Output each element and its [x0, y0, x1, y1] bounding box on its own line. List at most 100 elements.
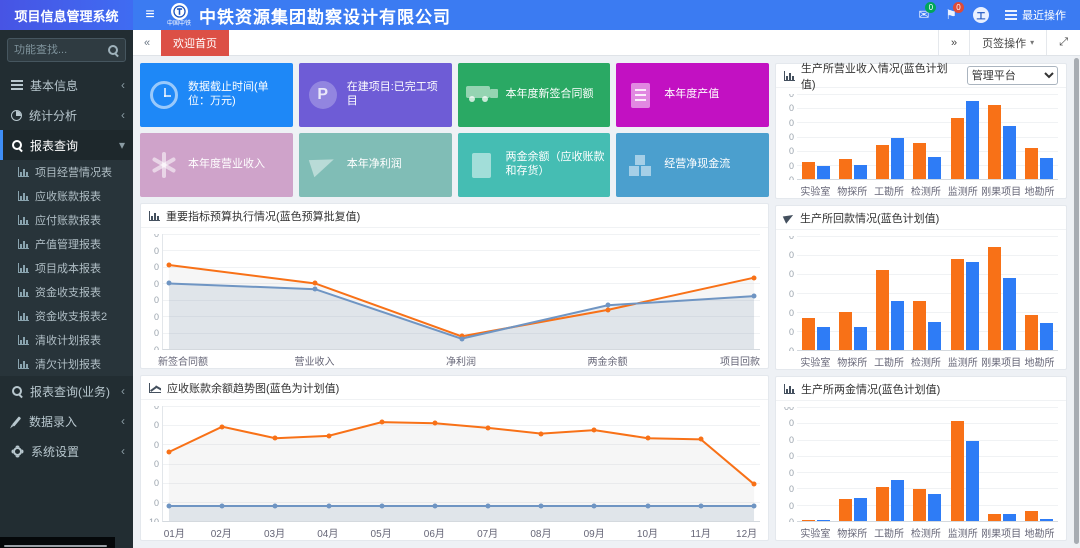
bar-group — [872, 407, 909, 521]
sidebar-item-report-query[interactable]: 报表查询 ▾ — [0, 130, 133, 160]
sidebar-item-label: 系统设置 — [31, 443, 114, 460]
bar — [1025, 511, 1038, 521]
card-two-funds[interactable]: 两金余额（应收账款和存货） — [458, 133, 611, 197]
bar — [802, 162, 815, 179]
sidebar: 项目信息管理系统 基本信息 ‹ 统计分析 ‹ 报表查询 ▾ 项目经营情况表 — [0, 0, 133, 548]
bar-group — [872, 94, 909, 179]
card-cash-flow[interactable]: 经营净现金流 — [616, 133, 769, 197]
paper-plane-icon — [783, 212, 795, 223]
data-point — [166, 263, 171, 268]
bar-group — [909, 407, 946, 521]
asterisk-icon — [162, 152, 166, 178]
sidebar-subitem[interactable]: 资金收支报表2 — [0, 304, 133, 328]
x-tick-label: 02月 — [211, 525, 232, 540]
x-tick-label: 地勘所 — [1021, 180, 1058, 196]
sidebar-item-report-query-biz[interactable]: 报表查询(业务) ‹ — [0, 376, 133, 406]
card-new-contracts[interactable]: 本年度新签合同额 — [458, 63, 611, 127]
bar-group — [834, 94, 871, 179]
bar-group — [834, 236, 871, 350]
bar-group — [1021, 94, 1058, 179]
sidebar-subitem[interactable]: 应收账款报表 — [0, 184, 133, 208]
x-tick-label: 07月 — [477, 525, 498, 540]
sidebar-item-label: 统计分析 — [29, 107, 114, 124]
user-emblem-icon[interactable]: 工 — [973, 7, 989, 23]
sidebar-item-label: 基本信息 — [30, 77, 114, 94]
hamburger-menu-icon[interactable]: ≡ — [133, 6, 167, 24]
paper-plane-icon — [309, 153, 337, 178]
platform-select[interactable]: 管理平台 — [967, 66, 1058, 85]
y-tick-label: 0 — [789, 236, 794, 241]
tab-operations-dropdown[interactable]: 页签操作 ▾ — [969, 30, 1046, 55]
y-tick-label: 0 — [154, 420, 159, 430]
x-axis-labels: 新签合同额营业收入净利润两金余额项目回款 — [162, 350, 760, 366]
scrollbar-thumb[interactable] — [1074, 58, 1079, 544]
data-point — [273, 436, 278, 441]
search-input[interactable] — [14, 44, 107, 56]
fullscreen-icon[interactable]: ⤢ — [1046, 30, 1080, 55]
gear-icon — [13, 447, 22, 456]
bar — [802, 318, 815, 350]
flag-icon[interactable]: ⚑0 — [945, 7, 957, 23]
sidebar-subitem[interactable]: 产值管理报表 — [0, 232, 133, 256]
x-tick-label: 06月 — [424, 525, 445, 540]
x-axis-labels: 实验室物探所工勘所检测所监测所刚果项目地勘所 — [797, 522, 1058, 538]
data-point — [379, 504, 384, 509]
card-data-cutoff[interactable]: 数据截止时间(单位：万元) — [140, 63, 293, 127]
x-tick-label: 11月 — [691, 525, 711, 540]
sidebar-item-system-settings[interactable]: 系统设置 ‹ — [0, 436, 133, 466]
sidebar-item-stat-analysis[interactable]: 统计分析 ‹ — [0, 100, 133, 130]
mail-icon[interactable]: ✉0 — [918, 7, 929, 23]
revenue-by-unit-bar-chart: 0000000实验室物探所工勘所检测所监测所刚果项目地勘所 — [776, 88, 1066, 198]
card-output-value[interactable]: 本年度产值 — [616, 63, 769, 127]
sidebar-item-data-entry[interactable]: 数据录入 ‹ — [0, 406, 133, 436]
bar — [891, 138, 904, 179]
y-tick-label: 0 — [154, 246, 159, 256]
data-point — [539, 431, 544, 436]
sidebar-subitem[interactable]: 应付账款报表 — [0, 208, 133, 232]
tab-bar: « 欢迎首页 » 页签操作 ▾ ⤢ — [133, 30, 1080, 56]
sidebar-item-basic-info[interactable]: 基本信息 ‹ — [0, 70, 133, 100]
recent-operations-button[interactable]: 最近操作 — [1005, 7, 1066, 23]
x-tick-label: 净利润 — [446, 353, 476, 368]
x-tick-label: 监测所 — [944, 522, 981, 538]
bar-chart-icon — [18, 359, 29, 369]
data-point — [645, 504, 650, 509]
bar-chart-icon — [149, 211, 160, 221]
card-projects[interactable]: 在建项目:已完工项目 — [299, 63, 452, 127]
bar — [1003, 126, 1016, 179]
sidebar-subitem[interactable]: 项目成本报表 — [0, 256, 133, 280]
sidebar-subitem[interactable]: 资金收支报表 — [0, 280, 133, 304]
receivables-trend-line-chart: 0000001001月02月03月04月05月06月07月08月09月10月11… — [141, 400, 768, 540]
y-tick-label: 0 — [789, 484, 794, 494]
y-tick-label: 0 — [154, 328, 159, 338]
sidebar-subitem[interactable]: 项目经营情况表 — [0, 160, 133, 184]
bar-chart-icon — [784, 384, 795, 394]
sidebar-subitem[interactable]: 清欠计划报表 — [0, 352, 133, 376]
y-tick-label: 0 — [789, 346, 794, 351]
stat-cards: 数据截止时间(单位：万元) 在建项目:已完工项目 本年度新签合同额 本年度产值 … — [140, 63, 769, 197]
sidebar-bottom-bar — [0, 537, 115, 548]
logo-caption: 中国中铁 — [167, 21, 191, 27]
card-net-profit[interactable]: 本年净利润 — [299, 133, 452, 197]
bar — [913, 301, 926, 350]
bar — [839, 159, 852, 179]
card-label: 数据截止时间(单位：万元) — [188, 81, 293, 109]
flag-badge: 0 — [953, 2, 964, 13]
side-column: 生产所营业收入情况(蓝色计划值) 管理平台 0000000实验室物探所工勘所检测… — [775, 63, 1067, 541]
scroll-tabs-right-icon[interactable]: » — [938, 30, 969, 55]
scroll-tabs-left-icon[interactable]: « — [133, 37, 161, 49]
vertical-scrollbar[interactable] — [1073, 56, 1080, 548]
card-revenue[interactable]: 本年度营业收入 — [140, 133, 293, 197]
card-label: 经营净现金流 — [664, 158, 734, 172]
sidebar-submenu: 项目经营情况表 应收账款报表 应付账款报表 产值管理报表 项目成本报表 资金收支… — [0, 160, 133, 376]
tab-welcome-home[interactable]: 欢迎首页 — [161, 30, 229, 56]
x-tick-label: 监测所 — [944, 351, 981, 367]
plot-area — [797, 407, 1058, 522]
two-funds-by-unit-bar-chart: 000000000实验室物探所工勘所检测所监测所刚果项目地勘所 — [776, 401, 1066, 540]
y-tick-label: 0 — [789, 94, 794, 99]
sidebar-subitem[interactable]: 清收计划报表 — [0, 328, 133, 352]
data-point — [486, 425, 491, 430]
bar — [1040, 519, 1053, 521]
x-tick-label: 实验室 — [797, 180, 834, 196]
search-icon[interactable] — [107, 44, 119, 56]
